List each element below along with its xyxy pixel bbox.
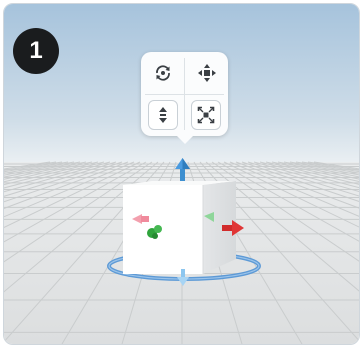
scale-vertical-button[interactable] [148, 100, 178, 130]
uniform-scale-button[interactable] [191, 100, 221, 130]
rotate-tool-button[interactable] [147, 58, 179, 88]
transform-toolbar [141, 52, 228, 144]
move-tool-button[interactable] [191, 58, 223, 88]
cube-front-face[interactable] [123, 185, 203, 274]
move-arrows-icon [198, 64, 216, 82]
vertical-resize-icon [159, 107, 167, 123]
3d-viewport[interactable]: 1 [3, 3, 360, 345]
rotate-icon [156, 65, 170, 81]
fit-expand-icon [197, 106, 215, 124]
toolbar-divider [145, 94, 224, 95]
step-number-badge: 1 [13, 28, 59, 74]
